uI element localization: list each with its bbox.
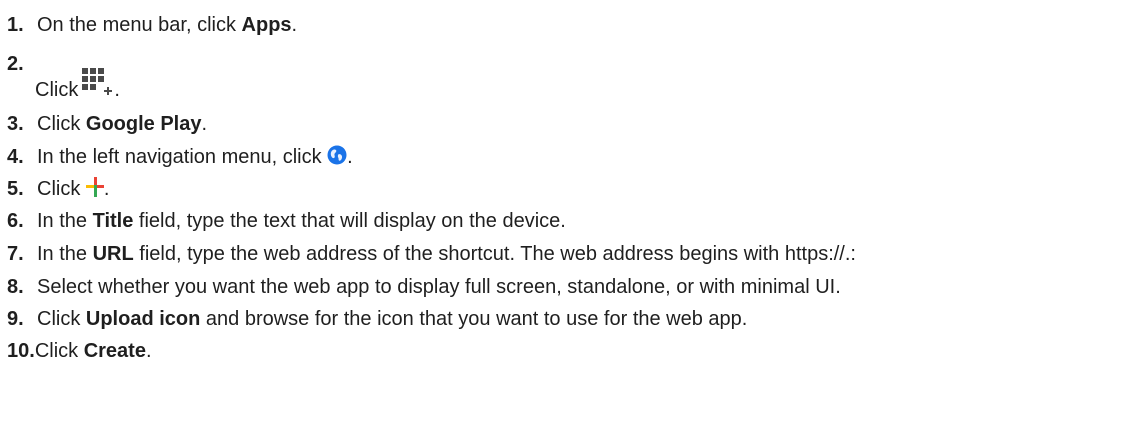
step-text: On the menu bar, click <box>37 14 242 36</box>
step-text: Click <box>35 79 79 101</box>
step-9: 9. Click Upload icon and browse for the i… <box>7 308 748 330</box>
step-text: Click <box>37 113 86 135</box>
step-number: 2. <box>7 53 24 75</box>
step-number: 5. <box>7 178 24 200</box>
colored-plus-icon <box>85 177 104 197</box>
step-10: 10.Click Create. <box>7 340 152 362</box>
upload-icon-label: Upload icon <box>85 308 201 330</box>
step-3: 3. Click Google Play. <box>7 113 208 135</box>
step-text: Click <box>34 340 84 362</box>
step-text: Click <box>37 308 86 330</box>
step-number: 9. <box>7 308 24 330</box>
step-number: 1. <box>7 14 24 36</box>
step-number: 3. <box>7 113 24 135</box>
step-number: 4. <box>7 146 24 168</box>
step-1: 1. On the menu bar, click Apps. <box>7 14 298 36</box>
step-text: Click <box>37 178 86 200</box>
step-5: 5. Click . <box>7 177 110 200</box>
apps-plus-icon <box>80 68 114 98</box>
step-number: 8. <box>7 276 24 298</box>
step-number: 10. <box>7 340 35 362</box>
step-7: 7. In the URL field, type the web address… <box>7 243 856 265</box>
globe-icon <box>327 145 347 165</box>
step-6: 6. In the Title field, type the text that… <box>7 210 566 232</box>
title-field-label: Title <box>92 210 134 232</box>
step-8: 8. Select whether you want the web app to… <box>7 275 841 299</box>
step-number: 6. <box>7 210 24 232</box>
url-field-label: URL <box>92 243 134 265</box>
step-4: 4. In the left navigation menu, click . <box>7 145 353 168</box>
apps-label: Apps <box>241 14 292 36</box>
instruction-list: 1. On the menu bar, click Apps. 2. Click … <box>7 14 856 362</box>
step-text: In the <box>37 210 93 232</box>
step-text: Select whether you want the web app to d… <box>37 276 841 298</box>
create-label: Create <box>83 340 146 362</box>
google-play-label: Google Play <box>85 113 202 135</box>
step-text: In the left navigation menu, click <box>37 146 328 168</box>
step-number: 7. <box>7 243 24 265</box>
step-text: In the <box>37 243 93 265</box>
